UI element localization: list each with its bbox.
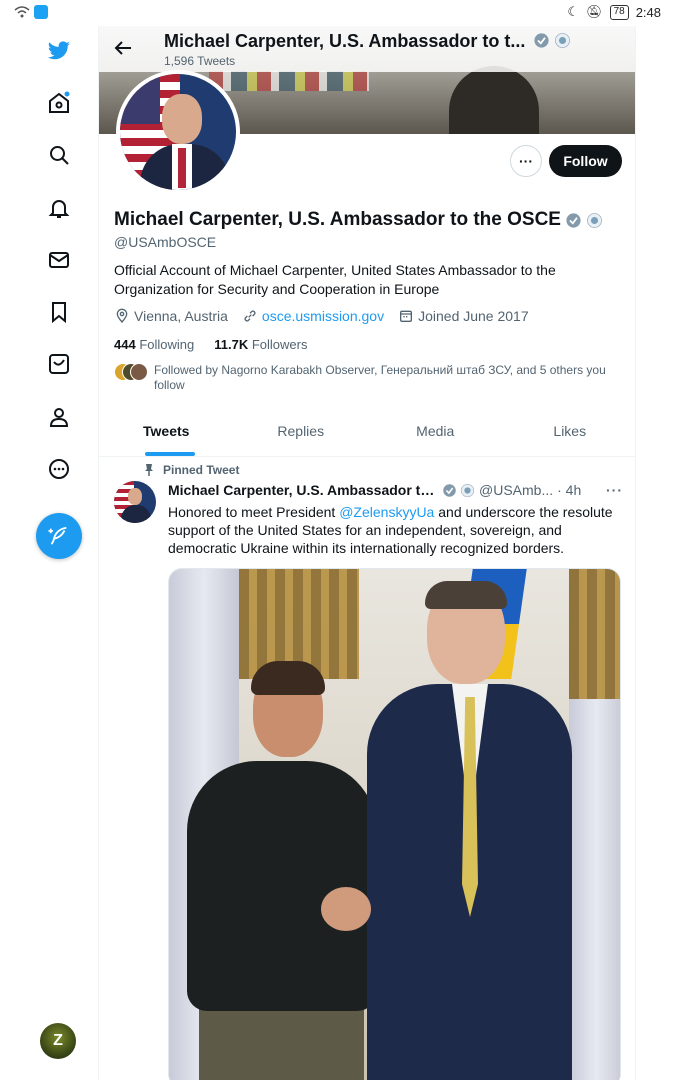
tweet-mention-link[interactable]: @ZelenskyyUa [339, 504, 434, 520]
wifi-icon [14, 6, 30, 18]
profile-website-link[interactable]: osce.usmission.gov [262, 308, 384, 324]
follow-button[interactable]: Follow [549, 145, 622, 177]
tab-media[interactable]: Media [368, 409, 503, 456]
header-tweet-count: 1,596 Tweets [164, 54, 236, 68]
tab-likes[interactable]: Likes [503, 409, 636, 456]
following-link[interactable]: 444 Following [114, 337, 194, 352]
us-government-seal-icon [460, 483, 475, 497]
pinned-indicator: Pinned Tweet [143, 463, 239, 477]
verified-badge-icon [566, 212, 581, 228]
header-title: Michael Carpenter, U.S. Ambassador to t.… [164, 31, 526, 51]
status-time: 2:48 [635, 4, 661, 20]
app-notification-icon [34, 5, 48, 19]
profile-name: Michael Carpenter, U.S. Ambassador to th… [114, 209, 603, 231]
account-avatar[interactable]: Z [40, 1023, 76, 1059]
followed-by-text: Followed by Nagorno Karabakh Observer, Г… [154, 363, 606, 392]
tab-tweets[interactable]: Tweets [99, 409, 234, 456]
search-icon[interactable] [44, 140, 74, 170]
follow-counts: 444 Following 11.7K Followers [114, 337, 307, 352]
location-pin-icon [116, 308, 128, 324]
twitter-logo-icon[interactable] [44, 36, 74, 66]
status-right: ☾ 🔕︎ 78 2:48 [567, 4, 661, 20]
notifications-bell-icon[interactable] [44, 193, 74, 223]
profile-joined-date: Joined June 2017 [418, 308, 529, 324]
profile-column: Michael Carpenter, U.S. Ambassador to t.… [98, 26, 636, 1080]
verified-badge-icon [534, 33, 549, 48]
profile-avatar[interactable] [116, 70, 240, 194]
compose-tweet-button[interactable] [36, 513, 82, 559]
tweet-photo[interactable] [168, 568, 621, 1080]
profile-more-button[interactable]: ··· [510, 145, 542, 177]
us-government-seal-icon [555, 33, 570, 48]
battery-indicator: 78 [609, 4, 629, 20]
twitter-blue-icon[interactable] [44, 349, 74, 379]
more-circle-icon[interactable] [44, 454, 74, 484]
messages-envelope-icon[interactable] [44, 245, 74, 275]
feather-plus-icon [48, 526, 67, 545]
link-icon [244, 310, 256, 322]
back-arrow-icon[interactable] [111, 36, 135, 60]
pin-icon [145, 464, 153, 476]
calendar-icon [400, 310, 413, 322]
profile-location: Vienna, Austria [134, 308, 228, 324]
profile-meta: Vienna, Austria osce.usmission.gov Joine… [114, 308, 529, 324]
tweet-header: Michael Carpenter, U.S. Ambassador to ..… [168, 482, 623, 498]
mute-icon: 🔕︎ [586, 4, 603, 19]
tweet-author-name[interactable]: Michael Carpenter, U.S. Ambassador to ..… [168, 482, 438, 498]
moon-icon: ☾ [567, 4, 580, 19]
tweet-author-handle[interactable]: @USAmb... [479, 482, 553, 498]
profile-person-icon[interactable] [44, 402, 74, 432]
profile-tabs: Tweets Replies Media Likes [99, 409, 636, 457]
verified-badge-icon [443, 483, 456, 497]
status-left [14, 5, 48, 19]
mutual-avatars [114, 363, 148, 381]
home-icon[interactable] [44, 88, 74, 118]
tweet-timestamp[interactable]: · 4h [557, 482, 581, 498]
left-nav: Z [0, 26, 98, 1080]
profile-handle: @USAmbOSCE [114, 234, 217, 250]
profile-header-bar: Michael Carpenter, U.S. Ambassador to t.… [99, 26, 635, 72]
status-bar: ☾ 🔕︎ 78 2:48 [0, 0, 675, 26]
profile-bio: Official Account of Michael Carpenter, U… [114, 262, 556, 297]
tab-replies[interactable]: Replies [234, 409, 369, 456]
followers-you-know[interactable]: Followed by Nagorno Karabakh Observer, Г… [114, 363, 619, 393]
us-government-seal-icon [587, 212, 602, 228]
bookmark-icon[interactable] [44, 297, 74, 327]
followers-link[interactable]: 11.7K Followers [214, 337, 307, 352]
tweet-author-avatar[interactable] [114, 481, 156, 523]
tweet-text: Honored to meet President @ZelenskyyUa a… [168, 504, 613, 556]
tweet-more-button[interactable]: ··· [606, 482, 623, 498]
